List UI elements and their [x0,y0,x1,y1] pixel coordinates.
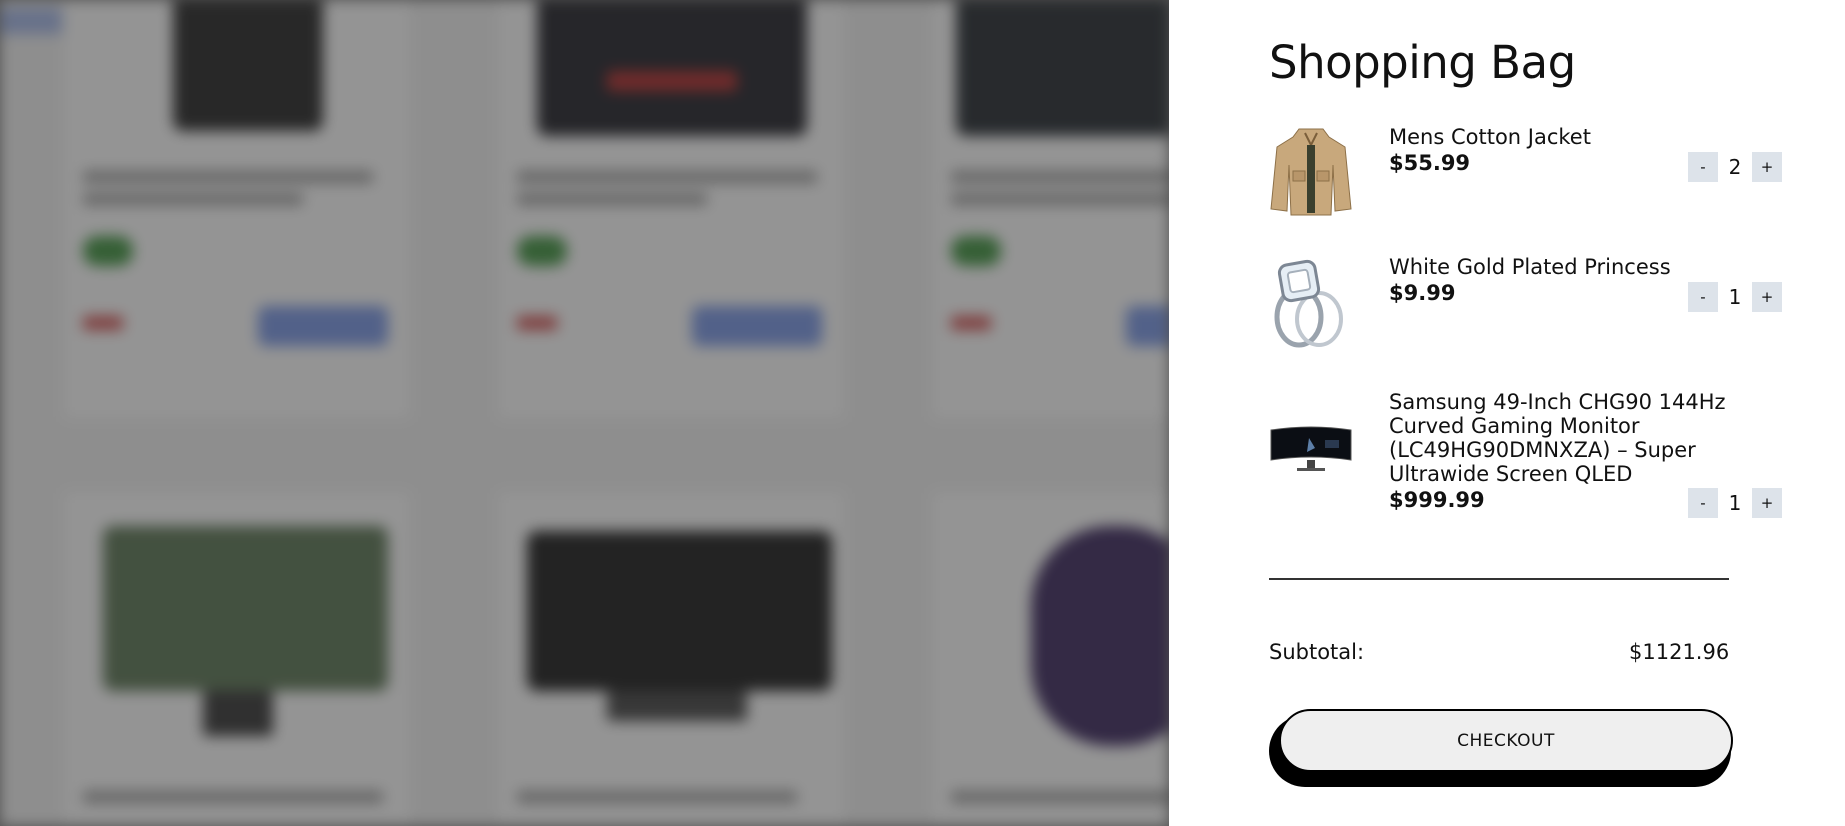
checkout-button[interactable]: CHECKOUT [1279,709,1733,772]
modal-overlay[interactable] [0,0,1169,826]
decrease-quantity-button[interactable]: - [1688,152,1718,182]
cart-item-info: Samsung 49-Inch CHG90 144Hz Curved Gamin… [1389,390,1729,512]
quantity-value: 1 [1728,491,1742,515]
cart-divider [1269,578,1729,580]
quantity-stepper: - 1 + [1688,488,1782,518]
cart-item-info: White Gold Plated Princess $9.99 [1389,255,1719,305]
quantity-value: 2 [1728,155,1742,179]
cart-item: Samsung 49-Inch CHG90 144Hz Curved Gamin… [1269,390,1782,520]
cart-item-price: $999.99 [1389,488,1485,512]
cart-item-name[interactable]: Samsung 49-Inch CHG90 144Hz Curved Gamin… [1389,390,1729,486]
cart-item-name[interactable]: White Gold Plated Princess [1389,255,1719,279]
shopping-bag-drawer: Shopping Bag Mens Cotton Jacket $55.99 -… [1169,0,1845,826]
monitor-thumbnail [1269,422,1353,514]
quantity-value: 1 [1728,285,1742,309]
decrease-quantity-button[interactable]: - [1688,488,1718,518]
cart-item-price: $55.99 [1389,151,1471,175]
quantity-stepper: - 1 + [1688,282,1782,312]
increase-quantity-button[interactable]: + [1752,282,1782,312]
ring-thumbnail [1269,257,1353,349]
quantity-stepper: - 2 + [1688,152,1782,182]
jacket-thumbnail [1269,125,1353,217]
cart-item: Mens Cotton Jacket $55.99 - 2 + [1269,125,1782,225]
increase-quantity-button[interactable]: + [1752,152,1782,182]
decrease-quantity-button[interactable]: - [1688,282,1718,312]
cart-item-info: Mens Cotton Jacket $55.99 [1389,125,1719,175]
cart-item-price: $9.99 [1389,281,1456,305]
subtotal-label: Subtotal: [1269,640,1365,664]
drawer-title: Shopping Bag [1269,36,1576,89]
cart-item: White Gold Plated Princess $9.99 - 1 + [1269,255,1782,355]
cart-item-name[interactable]: Mens Cotton Jacket [1389,125,1719,149]
subtotal-value: $1121.96 [1629,640,1730,664]
increase-quantity-button[interactable]: + [1752,488,1782,518]
